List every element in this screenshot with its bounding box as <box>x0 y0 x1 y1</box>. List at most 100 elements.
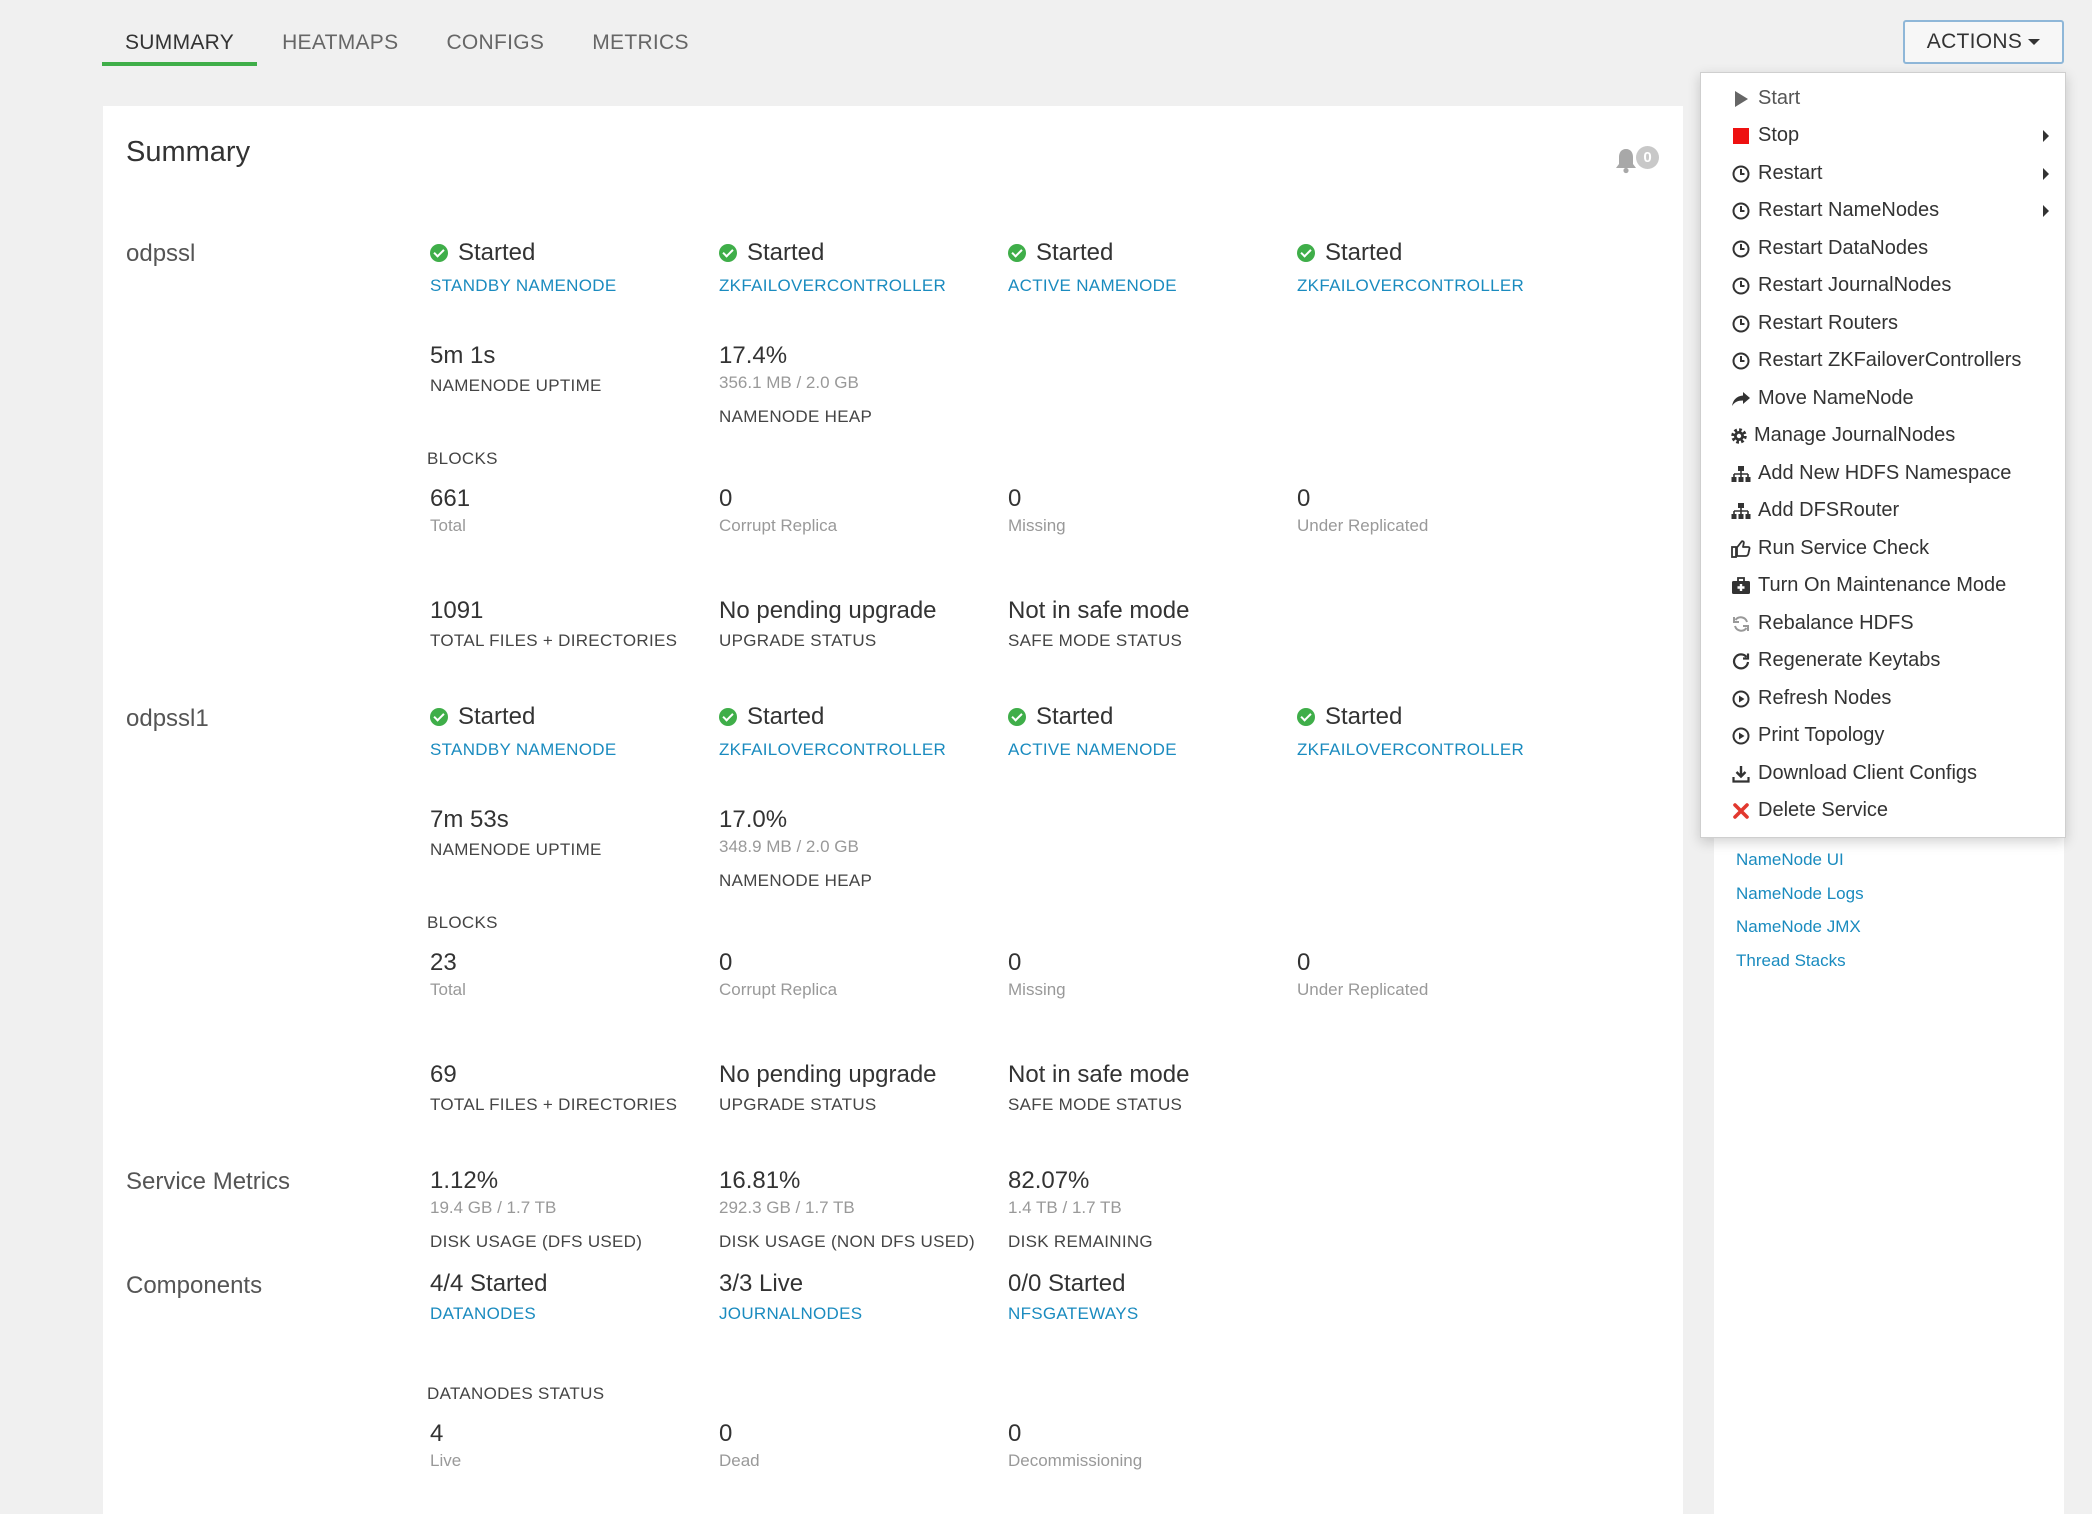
uptime-value: 5m 1s <box>430 342 496 369</box>
play-icon <box>1731 89 1751 109</box>
status-text: Started <box>1325 703 1403 730</box>
menu-item-add-dfsrouter[interactable]: Add DFSRouter <box>1701 492 2065 529</box>
menu-item-restart[interactable]: Restart <box>1701 155 2065 192</box>
namenode-uptime: 5m 1s NAMENODE UPTIME <box>430 342 602 396</box>
nfsgateways-link[interactable]: NFSGATEWAYS <box>1008 1304 1139 1324</box>
journalnodes-link[interactable]: JOURNALNODES <box>719 1304 862 1324</box>
menu-item-label: Turn On Maintenance Mode <box>1758 574 2007 596</box>
panel-title: Summary <box>126 136 251 168</box>
blocks-label: Total <box>430 516 466 535</box>
datanode-count: 0 <box>719 1420 733 1447</box>
blocks-value: 0 <box>1297 485 1311 512</box>
menu-item-restart-namenodes[interactable]: Restart NameNodes <box>1701 192 2065 229</box>
menu-item-run-service-check[interactable]: Run Service Check <box>1701 530 2065 567</box>
component-status: Started ACTIVE NAMENODE <box>1008 239 1177 296</box>
tab-heatmaps[interactable]: HEATMAPS <box>259 0 421 66</box>
tab-configs[interactable]: CONFIGS <box>423 0 567 66</box>
metric-disk-remaining: 82.07% 1.4 TB / 1.7 TB DISK REMAINING <box>1008 1167 1153 1252</box>
status-text: Started <box>747 239 825 266</box>
datanode-count: 4 <box>430 1420 444 1447</box>
quick-link-namenode-ui[interactable]: NameNode UI <box>1736 850 1844 870</box>
upgrade-label: UPGRADE STATUS <box>719 631 877 650</box>
blocks-label: Under Replicated <box>1297 516 1429 535</box>
safe-mode-status: Not in safe mode SAFE MODE STATUS <box>1008 597 1189 651</box>
quick-link-namenode-logs[interactable]: NameNode Logs <box>1736 884 1864 904</box>
datanode-count: 0 <box>1008 1420 1022 1447</box>
menu-item-label: Print Topology <box>1758 724 1885 746</box>
files-value: 69 <box>430 1061 457 1088</box>
safe-mode-status: Not in safe mode SAFE MODE STATUS <box>1008 1061 1189 1115</box>
component-count: 0/0 Started <box>1008 1270 1126 1297</box>
menu-item-print-topology[interactable]: Print Topology <box>1701 717 2065 754</box>
datanodes-link[interactable]: DATANODES <box>430 1304 547 1324</box>
safemode-label: SAFE MODE STATUS <box>1008 1095 1183 1114</box>
component-link[interactable]: STANDBY NAMENODE <box>430 740 616 760</box>
datanode-state: Decommissioning <box>1008 1451 1143 1470</box>
quick-link-thread-stacks[interactable]: Thread Stacks <box>1736 951 1846 971</box>
upgrade-value: No pending upgrade <box>719 597 937 624</box>
submenu-arrow-icon <box>2043 168 2049 180</box>
metric-value: 1.12% <box>430 1167 499 1194</box>
sitemap-icon <box>1731 501 1751 521</box>
menu-item-maintenance-mode[interactable]: Turn On Maintenance Mode <box>1701 567 2065 604</box>
components-label: Components <box>126 1272 263 1299</box>
heap-value: 17.0% <box>719 806 788 833</box>
datanodes-dead: 0 Dead <box>719 1420 760 1471</box>
menu-item-start[interactable]: Start <box>1701 80 2065 117</box>
status-text: Started <box>1036 703 1114 730</box>
upgrade-status: No pending upgrade UPGRADE STATUS <box>719 1061 937 1115</box>
menu-item-delete-service[interactable]: Delete Service <box>1701 792 2065 829</box>
metric-label: DISK REMAINING <box>1008 1232 1153 1251</box>
blocks-heading: BLOCKS <box>427 449 498 468</box>
menu-item-label: Restart JournalNodes <box>1758 274 1952 296</box>
menu-item-restart-journalnodes[interactable]: Restart JournalNodes <box>1701 267 2065 304</box>
check-circle-icon <box>1297 244 1315 262</box>
clock-icon <box>1731 239 1751 259</box>
menu-item-refresh-nodes[interactable]: Refresh Nodes <box>1701 680 2065 717</box>
blocks-corrupt: 0 Corrupt Replica <box>719 485 837 536</box>
menu-item-stop[interactable]: Stop <box>1701 117 2065 154</box>
clock-icon <box>1731 351 1751 371</box>
menu-item-regenerate-keytabs[interactable]: Regenerate Keytabs <box>1701 642 2065 679</box>
component-link[interactable]: ZKFAILOVERCONTROLLER <box>1297 740 1524 760</box>
metric-label: DISK USAGE (DFS USED) <box>430 1232 643 1251</box>
menu-item-manage-journalnodes[interactable]: Manage JournalNodes <box>1701 417 2065 454</box>
menu-item-restart-routers[interactable]: Restart Routers <box>1701 305 2065 342</box>
safemode-value: Not in safe mode <box>1008 1061 1190 1088</box>
blocks-label: Corrupt Replica <box>719 516 838 535</box>
blocks-total: 661 Total <box>430 485 470 536</box>
menu-item-download-client-configs[interactable]: Download Client Configs <box>1701 755 2065 792</box>
component-status: Started ZKFAILOVERCONTROLLER <box>1297 703 1524 760</box>
blocks-value: 23 <box>430 949 457 976</box>
check-circle-icon <box>719 244 737 262</box>
component-link[interactable]: STANDBY NAMENODE <box>430 276 616 296</box>
component-link[interactable]: ZKFAILOVERCONTROLLER <box>719 276 946 296</box>
datanodes-status-heading: DATANODES STATUS <box>427 1384 605 1403</box>
clock-icon <box>1731 164 1751 184</box>
component-link[interactable]: ZKFAILOVERCONTROLLER <box>1297 276 1524 296</box>
blocks-label: Missing <box>1008 980 1066 999</box>
menu-item-restart-zkfc[interactable]: Restart ZKFailoverControllers <box>1701 342 2065 379</box>
check-circle-icon <box>1297 708 1315 726</box>
menu-item-label: Add DFSRouter <box>1758 499 1900 521</box>
component-link[interactable]: ACTIVE NAMENODE <box>1008 740 1177 760</box>
menu-item-restart-datanodes[interactable]: Restart DataNodes <box>1701 230 2065 267</box>
menu-item-add-hdfs-namespace[interactable]: Add New HDFS Namespace <box>1701 455 2065 492</box>
safemode-label: SAFE MODE STATUS <box>1008 631 1183 650</box>
menu-item-rebalance-hdfs[interactable]: Rebalance HDFS <box>1701 605 2065 642</box>
check-circle-icon <box>430 244 448 262</box>
upgrade-status: No pending upgrade UPGRADE STATUS <box>719 597 937 651</box>
thumbs-up-icon <box>1731 539 1751 559</box>
metric-dfs-used: 1.12% 19.4 GB / 1.7 TB DISK USAGE (DFS U… <box>430 1167 642 1252</box>
menu-item-move-namenode[interactable]: Move NameNode <box>1701 380 2065 417</box>
actions-button[interactable]: ACTIONS <box>1903 20 2064 64</box>
tab-summary[interactable]: SUMMARY <box>102 0 258 66</box>
component-link[interactable]: ZKFAILOVERCONTROLLER <box>719 740 946 760</box>
namespace-label: odpssl1 <box>126 705 209 732</box>
play-circle-icon <box>1731 689 1751 709</box>
blocks-missing: 0 Missing <box>1008 949 1066 1000</box>
component-link[interactable]: ACTIVE NAMENODE <box>1008 276 1177 296</box>
sitemap-icon <box>1731 464 1751 484</box>
tab-metrics[interactable]: METRICS <box>569 0 712 66</box>
quick-link-namenode-jmx[interactable]: NameNode JMX <box>1736 917 1861 937</box>
